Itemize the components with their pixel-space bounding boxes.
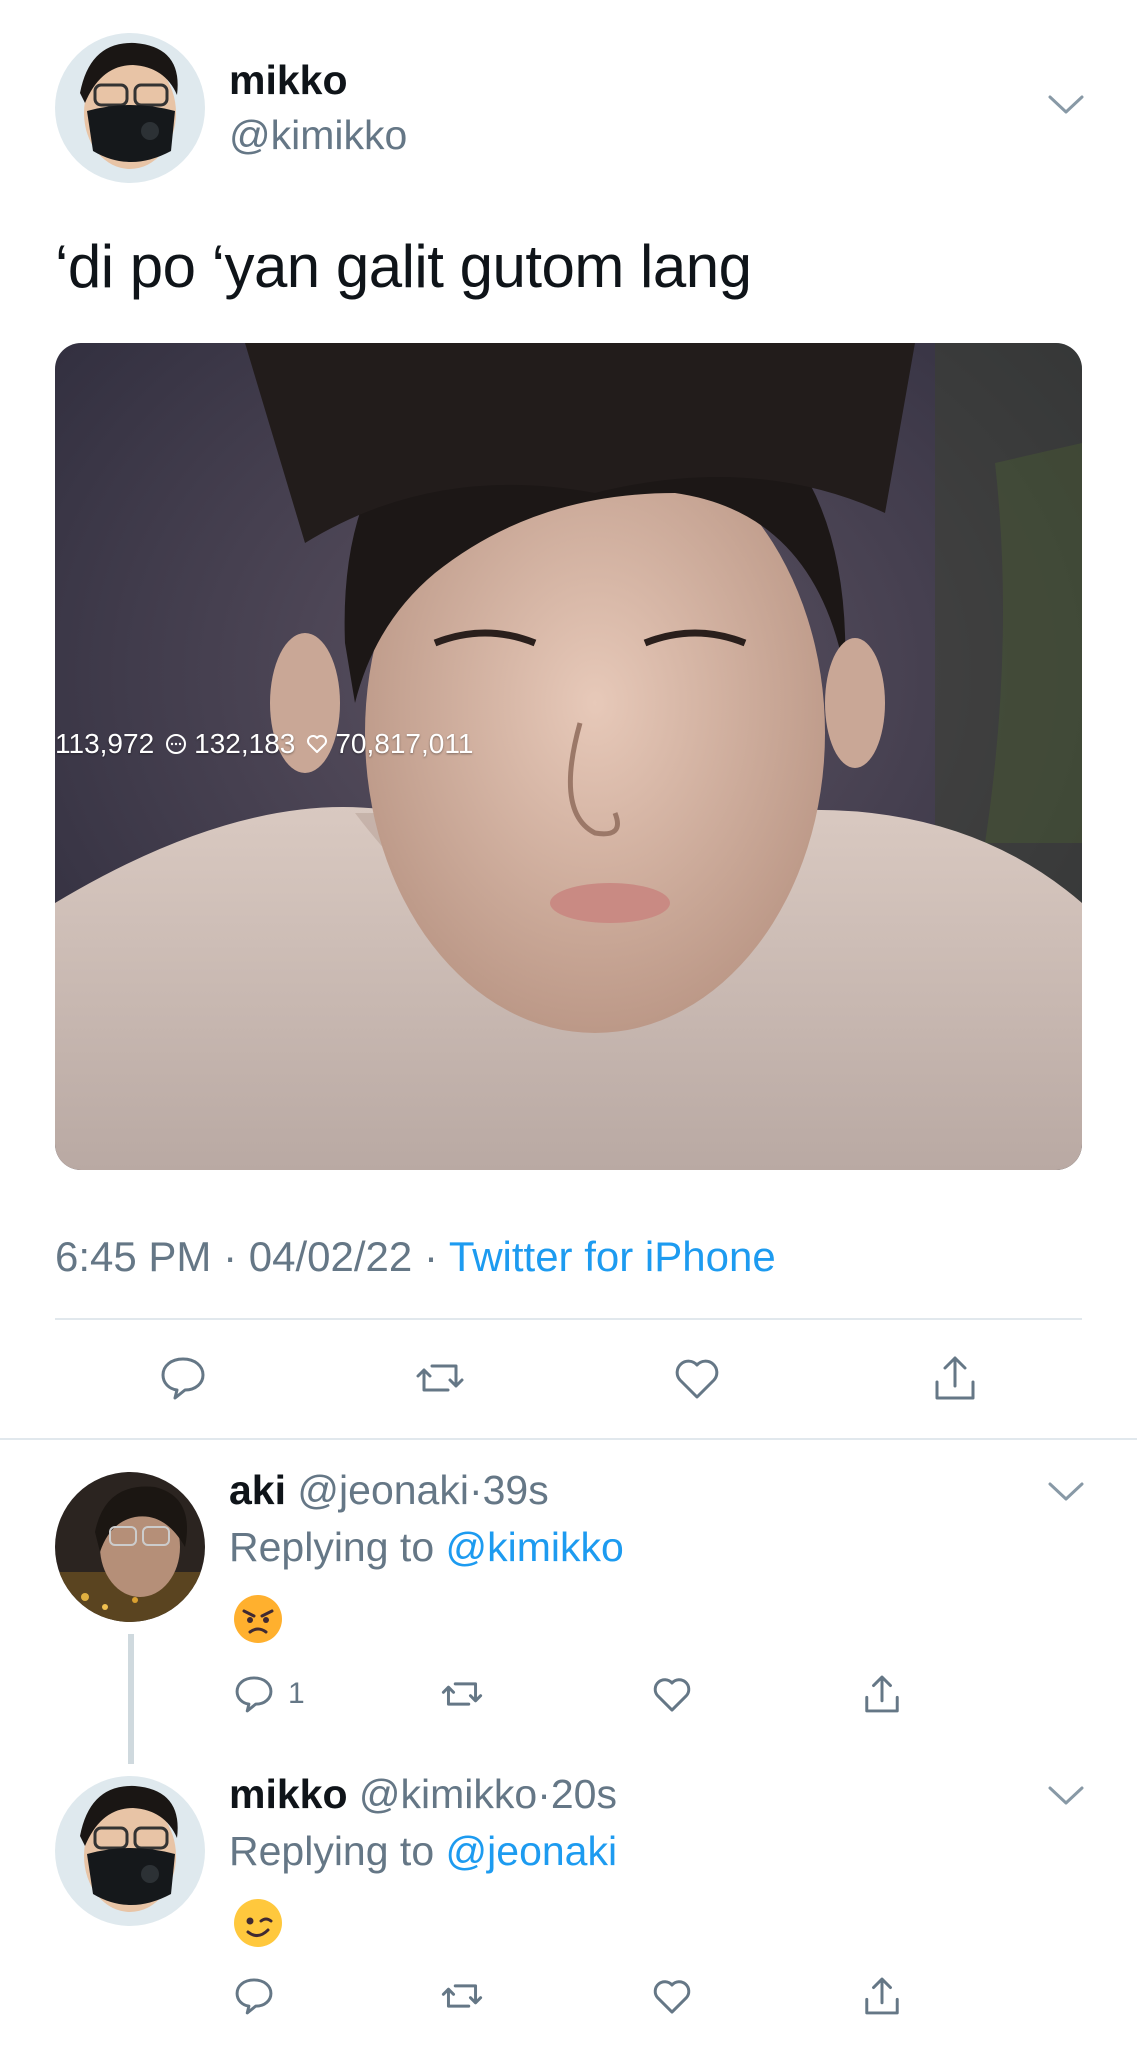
media-retweet-count: 113,972 bbox=[55, 728, 155, 759]
tweet-client-link[interactable]: Twitter for iPhone bbox=[449, 1233, 776, 1280]
like-icon[interactable] bbox=[650, 1974, 694, 2018]
replying-to-line: Replying to @jeonaki bbox=[229, 1828, 617, 1875]
angry-face-emoji bbox=[234, 1595, 282, 1643]
tweet-date: 04/02/22 bbox=[248, 1233, 413, 1280]
like-icon[interactable] bbox=[671, 1352, 723, 1404]
tweet-metadata: 6:45 PM · 04/02/22 · Twitter for iPhone bbox=[55, 1233, 776, 1281]
reply-time: 20s bbox=[550, 1771, 617, 1817]
media-stats-overlay: 113,972 132,183 70,817,011 bbox=[55, 728, 473, 760]
share-icon[interactable] bbox=[860, 1672, 904, 1716]
reply-time: 39s bbox=[482, 1467, 549, 1513]
meta-separator: · bbox=[223, 1233, 238, 1280]
media-comment-count: 132,183 bbox=[194, 728, 296, 759]
reply-icon[interactable] bbox=[232, 1672, 276, 1716]
tweet-time: 6:45 PM bbox=[55, 1233, 212, 1280]
heart-icon bbox=[307, 735, 328, 753]
reply-header: mikko @kimikko·20s bbox=[229, 1771, 617, 1817]
replying-to-handle[interactable]: @jeonaki bbox=[446, 1828, 618, 1874]
divider bbox=[55, 1318, 1082, 1320]
share-icon[interactable] bbox=[860, 1974, 904, 2018]
replying-to-prefix: Replying to bbox=[229, 1828, 435, 1874]
reply-header: aki @jeonaki·39s bbox=[229, 1467, 549, 1513]
thread-connector-line bbox=[128, 1634, 134, 1764]
retweet-icon[interactable] bbox=[440, 1974, 484, 2018]
author-name[interactable]: mikko bbox=[229, 57, 348, 104]
chevron-down-icon[interactable] bbox=[1046, 1783, 1086, 1809]
reply-icon[interactable] bbox=[157, 1352, 209, 1404]
replying-to-prefix: Replying to bbox=[229, 1524, 435, 1570]
reply-author-handle[interactable]: @jeonaki bbox=[297, 1467, 469, 1513]
reply-icon[interactable] bbox=[232, 1974, 276, 2018]
tweet-media-image[interactable]: 113,972 132,183 70,817,011 bbox=[55, 343, 1082, 1170]
share-icon[interactable] bbox=[929, 1352, 981, 1404]
author-avatar[interactable] bbox=[55, 33, 205, 183]
replying-to-line: Replying to @kimikko bbox=[229, 1524, 624, 1571]
comment-icon bbox=[166, 734, 187, 754]
author-handle[interactable]: @kimikko bbox=[229, 112, 407, 159]
retweet-icon[interactable] bbox=[440, 1672, 484, 1716]
reply-author-name[interactable]: mikko bbox=[229, 1771, 348, 1817]
chevron-down-icon[interactable] bbox=[1046, 1479, 1086, 1505]
chevron-down-icon[interactable] bbox=[1046, 92, 1086, 118]
like-icon[interactable] bbox=[650, 1672, 694, 1716]
divider bbox=[0, 1438, 1137, 1440]
replying-to-handle[interactable]: @kimikko bbox=[446, 1524, 624, 1570]
media-like-count: 70,817,011 bbox=[335, 728, 474, 759]
reply-avatar[interactable] bbox=[55, 1776, 205, 1926]
retweet-icon[interactable] bbox=[414, 1352, 466, 1404]
winking-face-emoji bbox=[234, 1899, 282, 1947]
reply-avatar[interactable] bbox=[55, 1472, 205, 1622]
reply-author-handle[interactable]: @kimikko bbox=[359, 1771, 537, 1817]
reply-count: 1 bbox=[288, 1677, 305, 1710]
reply-author-name[interactable]: aki bbox=[229, 1467, 286, 1513]
meta-separator: · bbox=[423, 1233, 438, 1280]
tweet-text: ‘di po ‘yan galit gutom lang bbox=[55, 233, 752, 300]
